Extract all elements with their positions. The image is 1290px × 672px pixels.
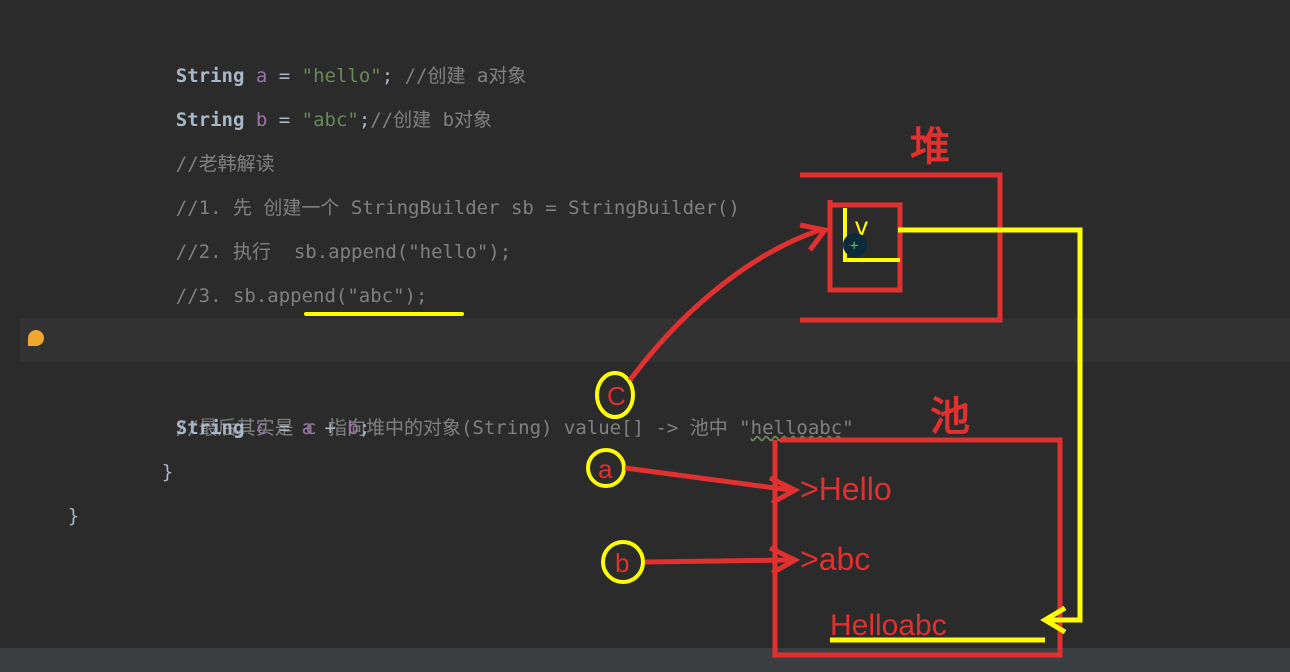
code-line-4[interactable]: //1. 先 创建一个 StringBuilder sb = StringBui… [20,142,1290,186]
code-line-9[interactable]: String c = a + b; [20,362,1290,406]
code-line-10[interactable]: } [20,406,1290,450]
lightbulb-icon[interactable] [28,318,44,362]
code-line-11[interactable]: } [20,450,1290,494]
underline-annotation [304,312,464,316]
code-line-2[interactable]: String b = "abc";//创建 b对象 [20,54,1290,98]
code-editor[interactable]: String a = "hello"; //创建 a对象 String b = … [0,0,1290,494]
code-line-8[interactable]: //最后其实是 c 指向堆中的对象(String) value[] -> 池中 … [20,318,1290,362]
status-bar [0,648,1290,672]
code-line-6[interactable]: //3. sb.append("abc"); [20,230,1290,274]
var-b-annot: b [615,548,629,578]
circle-b [603,542,643,582]
arrow-b-abc [645,560,790,562]
pool-abc: >abc [800,541,870,577]
code-line-1[interactable]: String a = "hello"; //创建 a对象 [20,10,1290,54]
closing-brace: } [68,505,79,527]
code-line-3[interactable]: //老韩解读 [20,98,1290,142]
pool-helloabc: Helloabc [830,609,947,642]
code-line-7[interactable]: //4. String c= sb.toString() [20,274,1290,318]
code-line-5[interactable]: //2. 执行 sb.append("hello"); [20,186,1290,230]
